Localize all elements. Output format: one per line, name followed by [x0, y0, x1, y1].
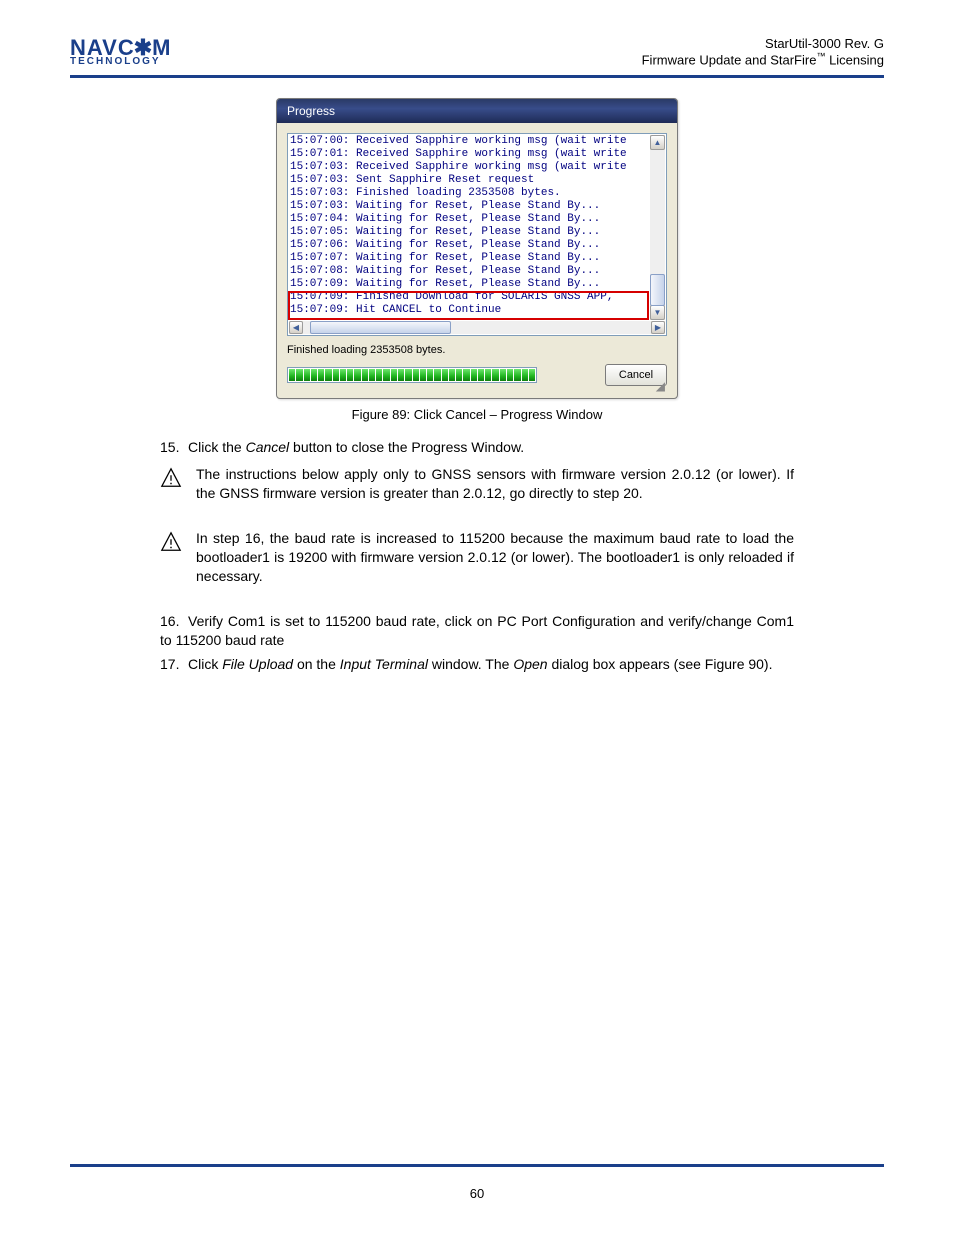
- dialog-body: 15:07:00: Received Sapphire working msg …: [277, 123, 677, 398]
- header-right-line1: StarUtil-3000 Rev. G: [642, 36, 884, 51]
- v-scroll-track[interactable]: [650, 150, 665, 305]
- page-number: 60: [70, 1186, 884, 1201]
- header-right-line2: Firmware Update and StarFire™ Licensing: [642, 51, 884, 67]
- v-scroll-thumb[interactable]: [650, 274, 665, 306]
- warning-icon: [160, 467, 182, 489]
- figure-caption: Figure 89: Click Cancel – Progress Windo…: [70, 407, 884, 422]
- body-text-2: 16.Verify Com1 is set to 115200 baud rat…: [160, 612, 794, 675]
- step-17: 17.Click File Upload on the Input Termin…: [160, 655, 794, 674]
- note-1: The instructions below apply only to GNS…: [160, 465, 794, 503]
- log-textarea[interactable]: 15:07:00: Received Sapphire working msg …: [287, 133, 667, 336]
- note-2-text: In step 16, the baud rate is increased t…: [196, 529, 794, 586]
- note-1-text: The instructions below apply only to GNS…: [196, 465, 794, 503]
- step-num: 17.: [160, 655, 188, 674]
- step-num: 16.: [160, 612, 188, 631]
- progress-bar: [287, 367, 537, 383]
- progress-row: Cancel: [287, 364, 667, 386]
- logo-top: NAVC✱M: [70, 38, 171, 58]
- dialog-titlebar: Progress: [277, 99, 677, 123]
- scroll-left-icon[interactable]: ◀: [289, 321, 303, 334]
- scroll-down-icon[interactable]: ▼: [650, 305, 665, 320]
- horizontal-scrollbar[interactable]: ◀ ▶: [289, 321, 665, 334]
- navcom-logo: NAVC✱M TECHNOLOGY: [70, 38, 171, 68]
- bottom-rule: [70, 1164, 884, 1167]
- progress-dialog: Progress 15:07:00: Received Sapphire wor…: [276, 98, 678, 399]
- step-num: 15.: [160, 438, 188, 457]
- body-text: 15.Click the Cancel button to close the …: [160, 438, 794, 457]
- header-right: StarUtil-3000 Rev. G Firmware Update and…: [642, 36, 884, 67]
- doc-header: NAVC✱M TECHNOLOGY StarUtil-3000 Rev. G F…: [70, 36, 884, 67]
- status-text: Finished loading 2353508 bytes.: [287, 344, 667, 356]
- note-2: In step 16, the baud rate is increased t…: [160, 529, 794, 586]
- warning-icon: [160, 531, 182, 553]
- h-scroll-track[interactable]: [303, 321, 651, 334]
- log-lines: 15:07:00: Received Sapphire working msg …: [290, 135, 649, 320]
- h-scroll-thumb[interactable]: [310, 321, 451, 334]
- vertical-scrollbar[interactable]: ▲ ▼: [650, 135, 665, 320]
- scroll-right-icon[interactable]: ▶: [651, 321, 665, 334]
- step-15: 15.Click the Cancel button to close the …: [160, 438, 794, 457]
- scroll-up-icon[interactable]: ▲: [650, 135, 665, 150]
- logo-bottom: TECHNOLOGY: [70, 57, 171, 67]
- top-rule: [70, 75, 884, 78]
- step-16: 16.Verify Com1 is set to 115200 baud rat…: [160, 612, 794, 650]
